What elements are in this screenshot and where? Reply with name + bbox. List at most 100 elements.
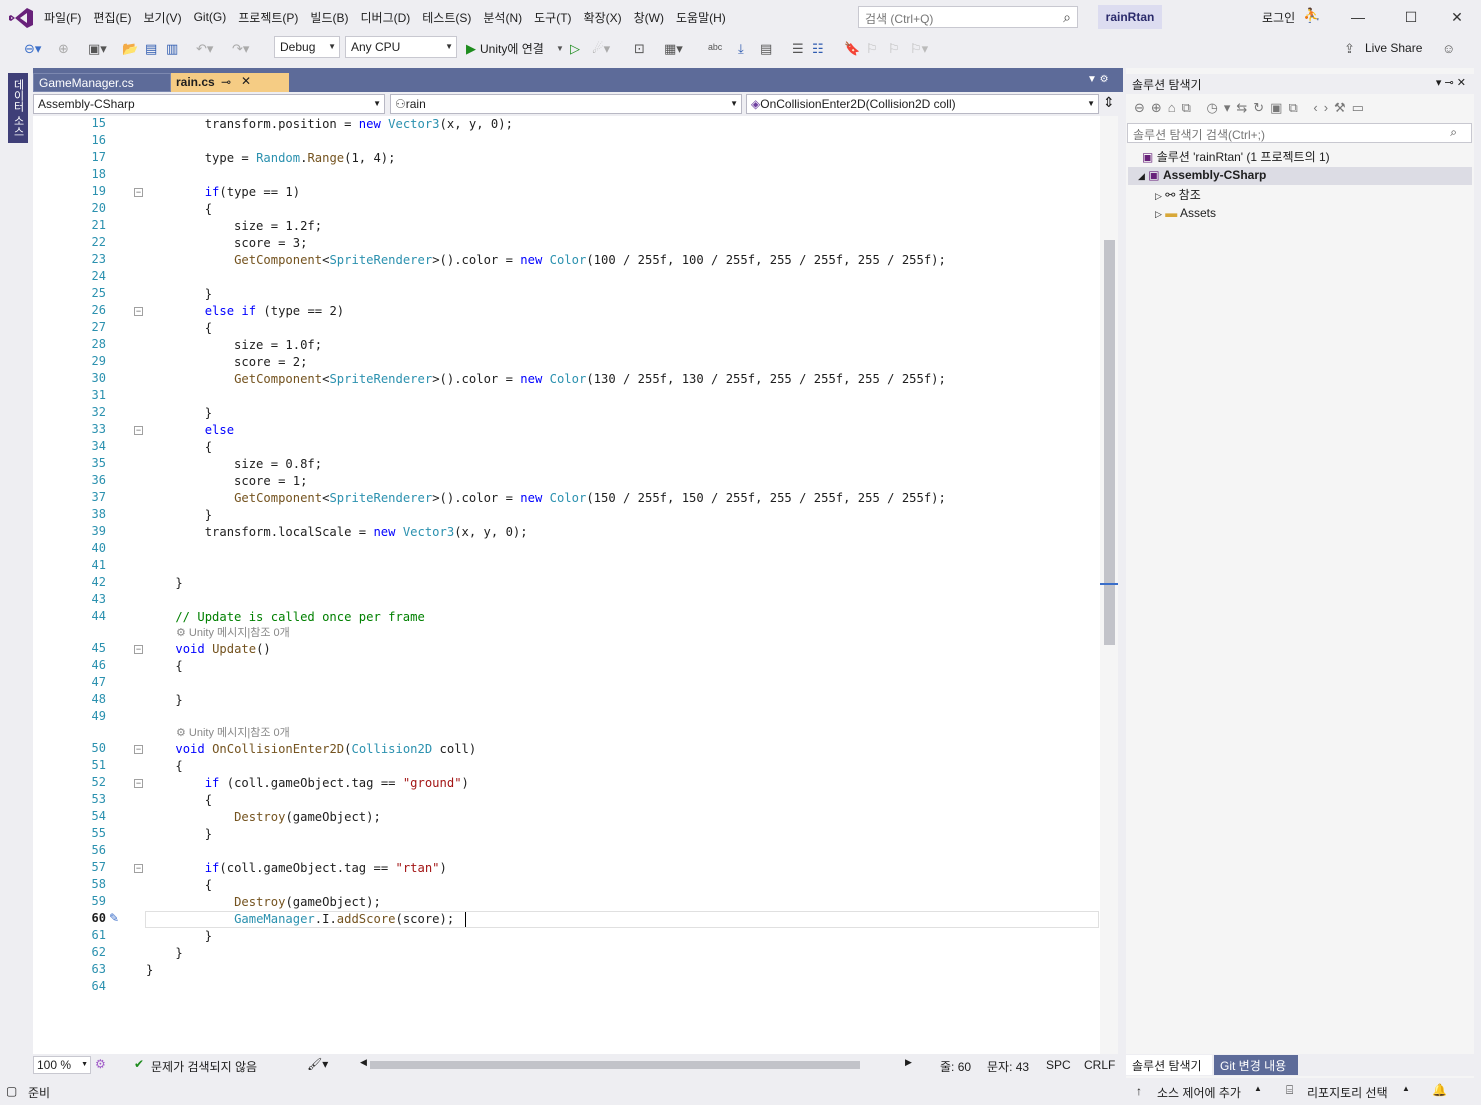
- pin-icon[interactable]: ⊸: [221, 75, 231, 89]
- code-line[interactable]: {: [146, 792, 212, 809]
- menu-item[interactable]: 도움말(H): [670, 9, 732, 26]
- tab-git-changes[interactable]: Git 변경 내용: [1214, 1055, 1298, 1075]
- spellcheck-icon[interactable]: ᵃᵇᶜ: [708, 39, 722, 59]
- layout-icon[interactable]: ▦▾: [664, 39, 683, 59]
- code-line[interactable]: GameManager.I.addScore(score);: [146, 911, 454, 928]
- code-line[interactable]: }: [146, 405, 212, 422]
- save-all-icon[interactable]: ▥: [166, 39, 178, 59]
- tab-gamemanager[interactable]: GameManager.cs: [33, 73, 171, 92]
- menu-item[interactable]: 확장(X): [578, 9, 628, 26]
- code-line[interactable]: if(type == 1): [146, 184, 300, 201]
- code-line[interactable]: transform.localScale = new Vector3(x, y,…: [146, 524, 528, 541]
- menu-item[interactable]: 창(W): [628, 9, 670, 26]
- start-without-debug-icon[interactable]: ▷: [570, 39, 580, 59]
- data-sources-tab[interactable]: 데이터 소스: [8, 73, 28, 143]
- code-line[interactable]: void OnCollisionEnter2D(Collision2D coll…: [146, 741, 476, 758]
- menu-item[interactable]: 보기(V): [137, 9, 187, 26]
- code-line[interactable]: }: [146, 286, 212, 303]
- open-folder-icon[interactable]: 📂: [122, 39, 138, 59]
- code-line[interactable]: GetComponent<SpriteRenderer>().color = n…: [146, 371, 946, 388]
- codelens-hint[interactable]: ⚙ Unity 메시지|참조 0개: [176, 625, 290, 642]
- tab-rain[interactable]: rain.cs ⊸ ✕: [171, 73, 289, 92]
- run-icon[interactable]: ▶: [466, 39, 476, 59]
- whitespace-indicator[interactable]: SPC: [1046, 1058, 1071, 1072]
- scroll-right-icon[interactable]: ▶: [905, 1057, 912, 1068]
- select-repository[interactable]: 리포지토리 선택: [1307, 1084, 1388, 1101]
- global-search-input[interactable]: 검색 (Ctrl+Q) ⌕: [858, 6, 1078, 28]
- code-line[interactable]: GetComponent<SpriteRenderer>().color = n…: [146, 490, 946, 507]
- bookmark-icon[interactable]: 🔖: [844, 39, 860, 59]
- redo-icon[interactable]: ↷▾: [232, 39, 249, 59]
- add-to-source-control[interactable]: 소스 제어에 추가: [1157, 1084, 1241, 1101]
- code-line[interactable]: size = 1.0f;: [146, 337, 322, 354]
- code-line[interactable]: {: [146, 439, 212, 456]
- solution-search-input[interactable]: 솔루션 탐색기 검색(Ctrl+;) ⌕: [1127, 123, 1472, 143]
- fold-toggle-icon[interactable]: −: [134, 745, 143, 754]
- code-line[interactable]: if (coll.gameObject.tag == "ground"): [146, 775, 469, 792]
- intellicode-icon[interactable]: ⚙: [95, 1057, 106, 1071]
- chevron-down-icon[interactable]: ▼: [556, 39, 564, 59]
- code-line[interactable]: }: [146, 945, 182, 962]
- code-line[interactable]: {: [146, 201, 212, 218]
- codelens-hint[interactable]: ⚙ Unity 메시지|참조 0개: [176, 725, 290, 742]
- class-dropdown[interactable]: ⚇rain ▼: [390, 94, 742, 114]
- fold-toggle-icon[interactable]: −: [134, 645, 143, 654]
- line-ending-indicator[interactable]: CRLF: [1084, 1058, 1115, 1072]
- code-line[interactable]: {: [146, 320, 212, 337]
- person-icon[interactable]: ⛹: [1303, 7, 1320, 24]
- tab-overflow-icon[interactable]: ▼ ⚙: [1087, 74, 1109, 85]
- code-line[interactable]: {: [146, 658, 182, 675]
- menu-item[interactable]: 프로젝트(P): [232, 9, 304, 26]
- code-line[interactable]: type = Random.Range(1, 4);: [146, 150, 396, 167]
- run-button-label[interactable]: Unity에 연결: [480, 39, 544, 59]
- code-line[interactable]: }: [146, 692, 182, 709]
- code-line[interactable]: GetComponent<SpriteRenderer>().color = n…: [146, 252, 946, 269]
- code-line[interactable]: if(coll.gameObject.tag == "rtan"): [146, 860, 447, 877]
- scroll-left-icon[interactable]: ◀: [360, 1057, 367, 1068]
- zoom-select[interactable]: 100 % ▼: [33, 1056, 91, 1074]
- code-line[interactable]: {: [146, 758, 182, 775]
- fold-toggle-icon[interactable]: −: [134, 779, 143, 788]
- code-line[interactable]: else if (type == 2): [146, 303, 344, 320]
- code-line[interactable]: }: [146, 962, 153, 979]
- code-editor[interactable]: transform.position = new Vector3(x, y, 0…: [33, 116, 1100, 1054]
- next-bookmark-icon[interactable]: ⚐: [888, 39, 900, 59]
- project-node[interactable]: ◢ ▣ Assembly-CSharp: [1128, 167, 1472, 185]
- code-line[interactable]: transform.position = new Vector3(x, y, 0…: [146, 116, 513, 133]
- browser-link-icon[interactable]: ⊡: [634, 39, 645, 59]
- code-line[interactable]: }: [146, 928, 212, 945]
- menu-item[interactable]: 분석(N): [477, 9, 528, 26]
- member-dropdown[interactable]: ◈OnCollisionEnter2D(Collision2D coll) ▼: [746, 94, 1099, 114]
- breakpoints-icon[interactable]: ▤: [760, 39, 772, 59]
- new-project-icon[interactable]: ▣▾: [88, 39, 107, 59]
- tab-solution-explorer[interactable]: 솔루션 탐색기: [1126, 1055, 1212, 1075]
- references-node[interactable]: ▷ ⚯ 참조: [1155, 186, 1201, 203]
- back-icon[interactable]: ⊖▾: [24, 39, 41, 59]
- step-icon[interactable]: ⤓: [738, 39, 744, 59]
- code-line[interactable]: score = 2;: [146, 354, 307, 371]
- live-share-button[interactable]: Live Share: [1365, 41, 1422, 55]
- menu-item[interactable]: 디버그(D): [354, 9, 416, 26]
- code-line[interactable]: Destroy(gameObject);: [146, 809, 381, 826]
- menu-item[interactable]: 테스트(S): [416, 9, 477, 26]
- platform-select[interactable]: Any CPU ▼: [345, 36, 457, 58]
- horizontal-scrollbar-thumb[interactable]: [370, 1061, 860, 1069]
- solution-node[interactable]: ▣ 솔루션 'rainRtan' (1 프로젝트의 1): [1142, 148, 1330, 165]
- code-line[interactable]: Destroy(gameObject);: [146, 894, 381, 911]
- code-line[interactable]: size = 1.2f;: [146, 218, 322, 235]
- menu-item[interactable]: 파일(F): [38, 9, 87, 26]
- configuration-select[interactable]: Debug ▼: [274, 36, 340, 58]
- code-line[interactable]: else: [146, 422, 234, 439]
- prev-bookmark-icon[interactable]: ⚐: [866, 39, 878, 59]
- menu-item[interactable]: 빌드(B): [304, 9, 354, 26]
- comment-icon[interactable]: ☰: [792, 39, 804, 59]
- menu-item[interactable]: 편집(E): [87, 9, 137, 26]
- notification-bell-icon[interactable]: 🔔: [1432, 1083, 1447, 1097]
- code-line[interactable]: size = 0.8f;: [146, 456, 322, 473]
- fold-toggle-icon[interactable]: −: [134, 307, 143, 316]
- close-window-button[interactable]: ✕: [1444, 6, 1470, 28]
- share-icon[interactable]: ⇪: [1344, 39, 1355, 59]
- menu-item[interactable]: 도구(T): [528, 9, 577, 26]
- issues-status[interactable]: 문제가 검색되지 않음: [151, 1058, 257, 1075]
- code-line[interactable]: {: [146, 877, 212, 894]
